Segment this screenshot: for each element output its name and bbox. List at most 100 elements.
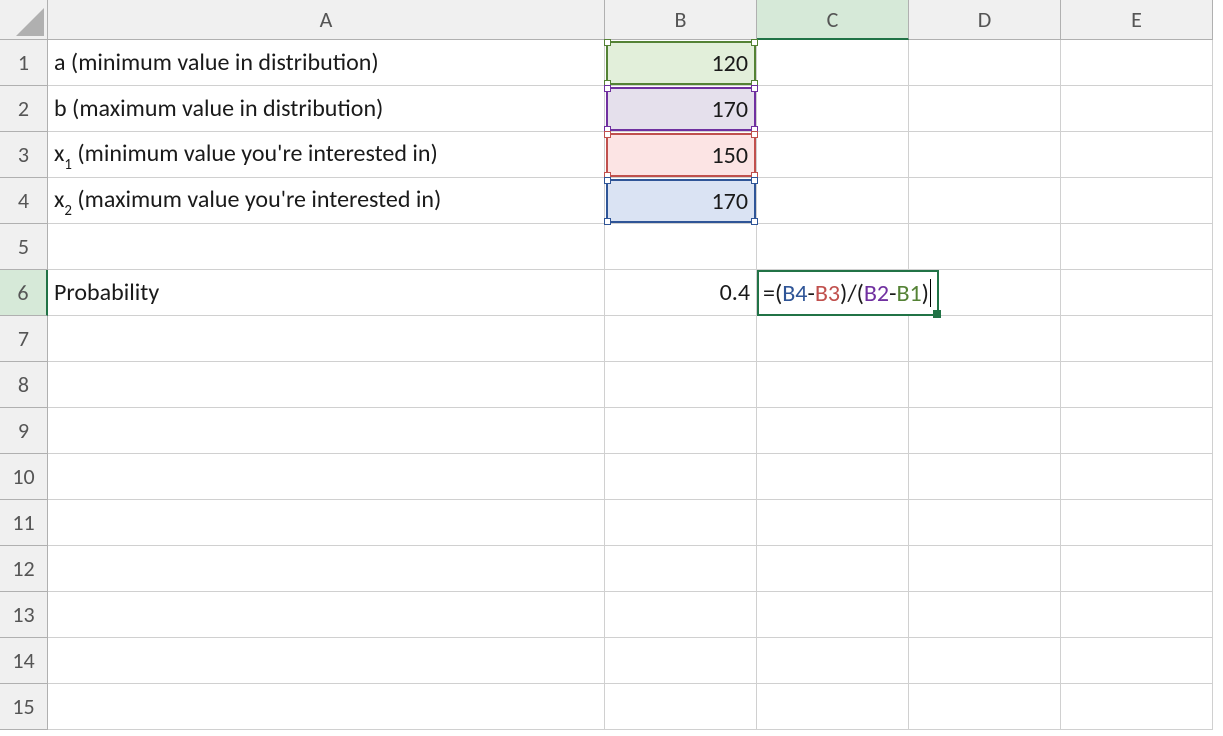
row-header-9[interactable]: 9 [0,408,48,454]
cell-D4[interactable] [909,178,1061,224]
row-header-14[interactable]: 14 [0,638,48,684]
cell-E12[interactable] [1061,546,1213,592]
cell-B6[interactable]: 0.4 [605,270,757,316]
col-header-c[interactable]: C [757,0,909,40]
row-header-4[interactable]: 4 [0,178,48,224]
cell-C8[interactable] [757,362,909,408]
row-header-15[interactable]: 15 [0,684,48,730]
cell-B5[interactable] [605,224,757,270]
cell-D3[interactable] [909,132,1061,178]
row-header-13[interactable]: 13 [0,592,48,638]
cell-C12[interactable] [757,546,909,592]
cell-C11[interactable] [757,500,909,546]
cell-C15[interactable] [757,684,909,730]
cell-B11[interactable] [605,500,757,546]
cell-D7[interactable] [909,316,1061,362]
col-header-b[interactable]: B [605,0,757,40]
cell-D10[interactable] [909,454,1061,500]
cell-E15[interactable] [1061,684,1213,730]
cell-B13[interactable] [605,592,757,638]
cell-C1[interactable] [757,40,909,86]
cell-A6[interactable]: Probability [48,270,605,316]
cell-E13[interactable] [1061,592,1213,638]
cell-A14[interactable] [48,638,605,684]
cell-D11[interactable] [909,500,1061,546]
row-header-11[interactable]: 11 [0,500,48,546]
cell-E7[interactable] [1061,316,1213,362]
cell-B14[interactable] [605,638,757,684]
cell-B2[interactable]: 170 [605,86,757,132]
cell-A11[interactable] [48,500,605,546]
cell-E4[interactable] [1061,178,1213,224]
cell-A2[interactable]: b (maximum value in distribution) [48,86,605,132]
cell-B12[interactable] [605,546,757,592]
cell-content: 150 [714,140,751,169]
cell-D9[interactable] [909,408,1061,454]
cell-A4[interactable]: x2 (maximum value you're interested in) [48,178,605,224]
cell-A7[interactable] [48,316,605,362]
cell-A13[interactable] [48,592,605,638]
cell-E14[interactable] [1061,638,1213,684]
formula-token: - [889,279,896,308]
formula-edit-input[interactable]: =(B4-B3)/(B2-B1) [759,271,935,315]
cell-C9[interactable] [757,408,909,454]
cell-E3[interactable] [1061,132,1213,178]
cell-B10[interactable] [605,454,757,500]
col-header-a[interactable]: A [48,0,605,40]
cell-A12[interactable] [48,546,605,592]
row-header-5[interactable]: 5 [0,224,48,270]
cell-D13[interactable] [909,592,1061,638]
select-all-corner[interactable] [0,0,48,40]
cell-E2[interactable] [1061,86,1213,132]
cell-C13[interactable] [757,592,909,638]
cell-D2[interactable] [909,86,1061,132]
cell-B4[interactable]: 170 [605,178,757,224]
cell-A10[interactable] [48,454,605,500]
cell-A9[interactable] [48,408,605,454]
cell-D8[interactable] [909,362,1061,408]
formula-token: B4 [782,279,807,308]
cell-C10[interactable] [757,454,909,500]
cell-E1[interactable] [1061,40,1213,86]
cell-E8[interactable] [1061,362,1213,408]
cell-A15[interactable] [48,684,605,730]
cell-B15[interactable] [605,684,757,730]
cell-A1[interactable]: a (minimum value in distribution) [48,40,605,86]
row-header-2[interactable]: 2 [0,86,48,132]
cell-B9[interactable] [605,408,757,454]
cell-C5[interactable] [757,224,909,270]
cell-B3[interactable]: 150 [605,132,757,178]
cell-E10[interactable] [1061,454,1213,500]
cell-B1[interactable]: 120 [605,40,757,86]
cell-D12[interactable] [909,546,1061,592]
formula-token: = [763,279,775,308]
row-header-7[interactable]: 7 [0,316,48,362]
col-header-e[interactable]: E [1061,0,1213,40]
cell-D1[interactable] [909,40,1061,86]
cell-E11[interactable] [1061,500,1213,546]
cell-A3[interactable]: x1 (minimum value you're interested in) [48,132,605,178]
cell-D15[interactable] [909,684,1061,730]
row-header-12[interactable]: 12 [0,546,48,592]
cell-B8[interactable] [605,362,757,408]
cell-A8[interactable] [48,362,605,408]
cell-A5[interactable] [48,224,605,270]
cell-D5[interactable] [909,224,1061,270]
cell-C14[interactable] [757,638,909,684]
cell-E6[interactable] [1061,270,1213,316]
cell-B7[interactable] [605,316,757,362]
row-header-1[interactable]: 1 [0,40,48,86]
cell-C3[interactable] [757,132,909,178]
cell-E5[interactable] [1061,224,1213,270]
row-header-6[interactable]: 6 [0,270,48,316]
cell-E9[interactable] [1061,408,1213,454]
row-header-3[interactable]: 3 [0,132,48,178]
row-header-8[interactable]: 8 [0,362,48,408]
cell-C7[interactable] [757,316,909,362]
cell-content: a (minimum value in distribution) [54,48,379,77]
cell-C2[interactable] [757,86,909,132]
cell-C4[interactable] [757,178,909,224]
cell-D14[interactable] [909,638,1061,684]
row-header-10[interactable]: 10 [0,454,48,500]
col-header-d[interactable]: D [909,0,1061,40]
